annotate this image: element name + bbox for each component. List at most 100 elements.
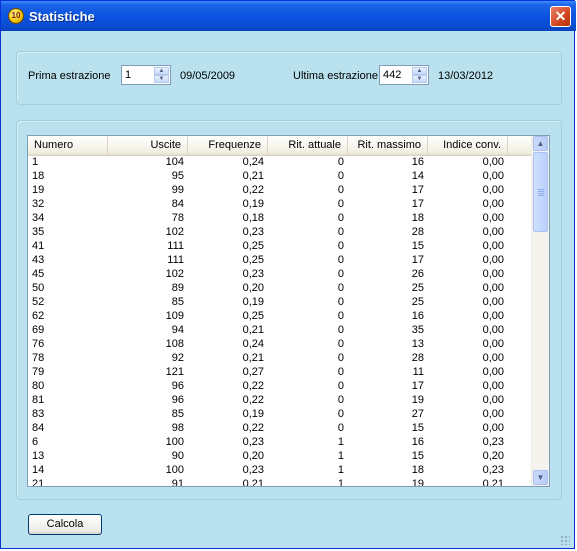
table-row[interactable]: 81 96 0,22 0 19 0,00: [28, 393, 531, 407]
table-row[interactable]: 79 121 0,27 0 11 0,00: [28, 365, 531, 379]
table-cell: 13: [411, 338, 424, 350]
close-button[interactable]: ✕: [550, 6, 571, 27]
table-row[interactable]: 34 78 0,18 0 18 0,00: [28, 211, 531, 225]
table-row[interactable]: 32 84 0,19 0 17 0,00: [28, 197, 531, 211]
table-cell: 0: [337, 422, 344, 434]
table-row[interactable]: 50 89 0,20 0 25 0,00: [28, 281, 531, 295]
table-cell: 104: [165, 156, 184, 168]
table-cell: 0,00: [482, 310, 504, 322]
table-cell: 1: [337, 450, 344, 462]
scroll-down-icon[interactable]: ▼: [533, 470, 548, 485]
column-header[interactable]: Numero: [28, 136, 108, 155]
table-row[interactable]: 19 99 0,22 0 17 0,00: [28, 183, 531, 197]
table-row[interactable]: 6 100 0,23 1 16 0,23: [28, 435, 531, 449]
table-cell: 1: [337, 478, 344, 487]
table-cell: 0,00: [482, 296, 504, 308]
table-cell: 0: [337, 366, 344, 378]
last-draw-spinner[interactable]: 442 ▲ ▼: [379, 65, 429, 85]
table-row[interactable]: 35 102 0,23 0 28 0,00: [28, 225, 531, 239]
first-draw-spinner[interactable]: 1 ▲ ▼: [121, 65, 171, 85]
table-cell: 0: [337, 198, 344, 210]
table-row[interactable]: 69 94 0,21 0 35 0,00: [28, 323, 531, 337]
scroll-thumb[interactable]: [533, 152, 548, 232]
table-row[interactable]: 83 85 0,19 0 27 0,00: [28, 407, 531, 421]
first-draw-date: 09/05/2009: [180, 70, 236, 82]
table-cell: 21: [32, 478, 45, 487]
table-cell: 26: [411, 268, 424, 280]
scroll-up-icon[interactable]: ▲: [533, 136, 548, 151]
table-cell: 0: [337, 296, 344, 308]
table-cell: 15: [411, 450, 424, 462]
table-cell: 0: [337, 324, 344, 336]
column-header[interactable]: Rit. attuale: [268, 136, 348, 155]
table-row[interactable]: 84 98 0,22 0 15 0,00: [28, 421, 531, 435]
spin-down-icon[interactable]: ▼: [154, 75, 169, 83]
lottery-ball-icon: 10: [8, 8, 24, 24]
last-draw-value[interactable]: 442: [383, 69, 401, 81]
table-row[interactable]: 43 111 0,25 0 17 0,00: [28, 253, 531, 267]
table-row[interactable]: 21 91 0,21 1 19 0,21: [28, 477, 531, 487]
table-row[interactable]: 18 95 0,21 0 14 0,00: [28, 169, 531, 183]
resize-grip-icon[interactable]: [560, 535, 570, 545]
table-cell: 0: [337, 240, 344, 252]
table-cell: 0,24: [242, 338, 264, 350]
table-cell: 0,00: [482, 198, 504, 210]
vertical-scrollbar[interactable]: ▲ ▼: [531, 136, 549, 486]
table-cell: 19: [32, 184, 45, 196]
table-cell: 52: [32, 296, 45, 308]
table-cell: 0,22: [242, 422, 264, 434]
table-row[interactable]: 78 92 0,21 0 28 0,00: [28, 351, 531, 365]
spin-up-icon[interactable]: ▲: [412, 67, 427, 75]
table-cell: 0: [337, 268, 344, 280]
table-cell: 0,23: [482, 464, 504, 476]
column-header[interactable]: Indice conv.: [428, 136, 508, 155]
table-row[interactable]: 76 108 0,24 0 13 0,00: [28, 337, 531, 351]
first-draw-value[interactable]: 1: [125, 69, 131, 81]
table-cell: 15: [411, 240, 424, 252]
table-row[interactable]: 52 85 0,19 0 25 0,00: [28, 295, 531, 309]
table-cell: 79: [32, 366, 45, 378]
table-row[interactable]: 62 109 0,25 0 16 0,00: [28, 309, 531, 323]
table-cell: 0: [337, 282, 344, 294]
table-cell: 0,00: [482, 282, 504, 294]
table-cell: 0: [337, 380, 344, 392]
table-row[interactable]: 41 111 0,25 0 15 0,00: [28, 239, 531, 253]
table-cell: 0,00: [482, 254, 504, 266]
table-cell: 99: [171, 184, 184, 196]
table-cell: 108: [165, 338, 184, 350]
table-row[interactable]: 45 102 0,23 0 26 0,00: [28, 267, 531, 281]
table-cell: 0,00: [482, 170, 504, 182]
table-cell: 0,23: [482, 436, 504, 448]
calculate-button[interactable]: Calcola: [28, 514, 102, 535]
column-header[interactable]: Uscite: [108, 136, 188, 155]
column-header[interactable]: Frequenze: [188, 136, 268, 155]
table-cell: 81: [32, 394, 45, 406]
table-row[interactable]: 1 104 0,24 0 16 0,00: [28, 155, 531, 169]
spin-up-icon[interactable]: ▲: [154, 67, 169, 75]
table-cell: 27: [411, 408, 424, 420]
table-cell: 0,22: [242, 394, 264, 406]
table-cell: 1: [337, 464, 344, 476]
column-header[interactable]: Rit. massimo: [348, 136, 428, 155]
table-cell: 0,20: [242, 282, 264, 294]
table-cell: 28: [411, 352, 424, 364]
table-cell: 0,27: [242, 366, 264, 378]
table-cell: 14: [411, 170, 424, 182]
table-cell: 80: [32, 380, 45, 392]
table-row[interactable]: 80 96 0,22 0 17 0,00: [28, 379, 531, 393]
table-cell: 0,22: [242, 380, 264, 392]
table-row[interactable]: 14 100 0,23 1 18 0,23: [28, 463, 531, 477]
statistics-table[interactable]: Numero Uscite Frequenze Rit. attuale Rit. ma…: [27, 135, 550, 487]
table-cell: 0,21: [242, 352, 264, 364]
table-cell: 83: [32, 408, 45, 420]
table-cell: 121: [165, 366, 184, 378]
table-cell: 13: [32, 450, 45, 462]
table-cell: 0,00: [482, 324, 504, 336]
table-cell: 0,19: [242, 198, 264, 210]
table-cell: 0,00: [482, 394, 504, 406]
table-cell: 96: [171, 394, 184, 406]
table-row[interactable]: 13 90 0,20 1 15 0,20: [28, 449, 531, 463]
title-bar[interactable]: 10 Statistiche ✕: [1, 1, 576, 31]
spin-down-icon[interactable]: ▼: [412, 75, 427, 83]
table-cell: 0,21: [242, 324, 264, 336]
